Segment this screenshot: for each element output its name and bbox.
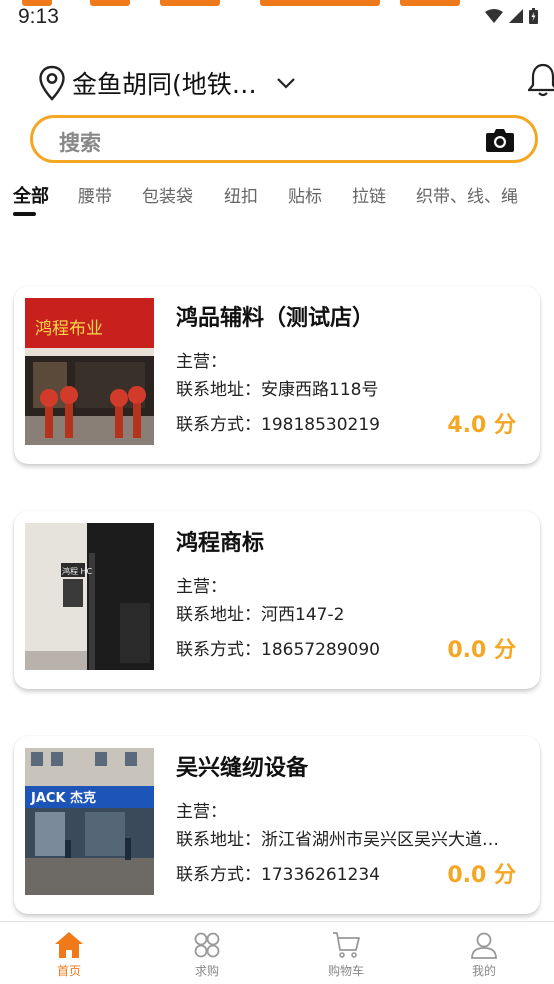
store-address: 联系地址：安康西路118号	[176, 375, 378, 400]
main-label: 主营：	[176, 802, 227, 822]
status-icons	[485, 8, 538, 24]
category-tab[interactable]: 纽扣	[224, 182, 258, 207]
address-value: 安康西路118号	[261, 380, 379, 400]
category-tab[interactable]: 拉链	[352, 182, 386, 207]
search-input[interactable]: 搜索	[30, 115, 538, 163]
category-tab[interactable]: 贴标	[288, 182, 322, 207]
bottom-nav: 首页 求购 购物车 我的	[0, 921, 554, 984]
address-value: 浙江省湖州市吴兴区吴兴大道…	[261, 830, 499, 850]
main-label: 主营：	[176, 577, 227, 597]
bell-icon[interactable]	[528, 62, 554, 98]
location-selector[interactable]: 金鱼胡同(地铁…	[38, 62, 297, 104]
main-label: 主营：	[176, 352, 227, 372]
store-main-business: 主营：	[176, 347, 227, 372]
category-tabs: 全部 腰带 包装袋 纽扣 贴标 拉链 织带、线、绳	[0, 178, 554, 218]
active-tab-indicator	[13, 212, 36, 216]
category-tab[interactable]: 包装袋	[142, 182, 193, 207]
store-name: 吴兴缝纫设备	[176, 756, 309, 781]
store-photo: JACK 杰克	[25, 748, 154, 895]
category-tab[interactable]: 全部	[13, 182, 49, 208]
nav-home[interactable]: 首页	[29, 930, 109, 979]
wifi-icon	[485, 8, 503, 23]
status-bar: 9:13	[0, 0, 554, 34]
chevron-down-icon	[276, 78, 295, 89]
store-card[interactable]: JACK 杰克 吴兴缝纫设备 主营： 联系地址：浙江省湖州市吴兴区吴兴大道… 联…	[14, 736, 540, 914]
store-photo: 鸿程 HC	[25, 523, 154, 670]
signal-icon	[509, 9, 523, 23]
store-main-business: 主营：	[176, 572, 227, 597]
address-label: 联系地址：	[176, 830, 261, 850]
store-name: 鸿程商标	[176, 531, 265, 556]
phone-value: 18657289090	[261, 640, 380, 660]
camera-icon[interactable]	[485, 127, 515, 153]
store-photo-sign: 鸿程 HC	[62, 566, 93, 576]
nav-cart[interactable]: 购物车	[306, 930, 386, 979]
category-tab[interactable]: 织带、线、绳	[416, 182, 518, 207]
phone-label: 联系方式：	[176, 640, 261, 660]
store-photo: 鸿程布业	[25, 298, 154, 445]
nav-label: 首页	[56, 964, 81, 978]
store-phone: 联系方式：18657289090	[176, 635, 380, 660]
phone-value: 17336261234	[261, 865, 380, 885]
location-text: 金鱼胡同(地铁…	[72, 70, 257, 99]
store-phone: 联系方式：17336261234	[176, 860, 380, 885]
store-card[interactable]: 鸿程布业 鸿品辅料（测试店） 主营： 联系地址：安康西路118号 联系方式：19…	[14, 286, 540, 464]
store-card[interactable]: 鸿程 HC 鸿程商标 主营： 联系地址：河西147-2 联系方式：1865728…	[14, 511, 540, 689]
grid-icon	[194, 932, 220, 958]
nav-profile[interactable]: 我的	[444, 930, 524, 979]
store-main-business: 主营：	[176, 797, 227, 822]
store-score: 0.0 分	[447, 863, 516, 888]
address-value: 河西147-2	[261, 605, 345, 625]
nav-label: 购物车	[327, 964, 364, 978]
store-photo-sign: JACK 杰克	[30, 790, 96, 806]
phone-value: 19818530219	[261, 415, 380, 435]
status-time: 9:13	[18, 5, 59, 28]
home-icon	[55, 932, 83, 958]
category-tab[interactable]: 腰带	[78, 182, 112, 207]
address-label: 联系地址：	[176, 380, 261, 400]
store-address: 联系地址：河西147-2	[176, 600, 344, 625]
store-photo-sign: 鸿程布业	[35, 319, 103, 339]
battery-icon	[529, 8, 538, 24]
nav-label: 我的	[471, 964, 496, 978]
address-label: 联系地址：	[176, 605, 261, 625]
phone-label: 联系方式：	[176, 865, 261, 885]
user-icon	[471, 932, 497, 959]
location-pin-icon	[39, 65, 65, 101]
store-score: 0.0 分	[447, 638, 516, 663]
store-phone: 联系方式：19818530219	[176, 410, 380, 435]
nav-label: 求购	[194, 964, 219, 978]
store-address: 联系地址：浙江省湖州市吴兴区吴兴大道…	[176, 825, 499, 850]
search-placeholder: 搜索	[59, 131, 101, 155]
store-score: 4.0 分	[447, 413, 516, 438]
cart-icon	[333, 932, 360, 958]
nav-purchase[interactable]: 求购	[167, 930, 247, 979]
phone-label: 联系方式：	[176, 415, 261, 435]
store-name: 鸿品辅料（测试店）	[176, 306, 375, 331]
